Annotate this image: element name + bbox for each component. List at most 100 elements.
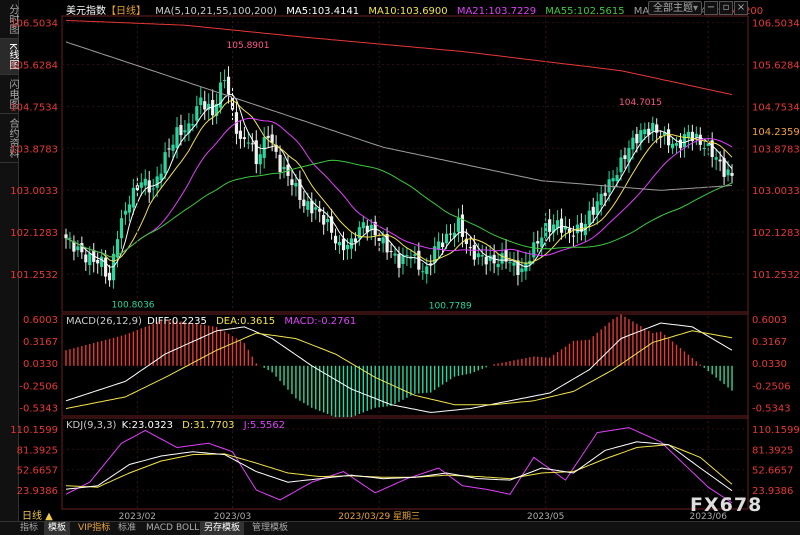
candle-body	[100, 256, 104, 267]
candle-body	[250, 143, 254, 145]
kdj-d-line	[65, 444, 733, 488]
kdj-y-tick-right: 110.1599	[752, 425, 800, 436]
macd-y-tick: -0.5343	[19, 403, 58, 414]
extreme-price-label: 100.8036	[112, 300, 155, 310]
candle-body	[127, 204, 132, 213]
view-mode-select[interactable]: 全部主题	[648, 1, 702, 16]
candle-body	[595, 201, 599, 215]
macd-y-tick: 0.0330	[23, 359, 58, 370]
period-label[interactable]: 日线 ▲	[22, 507, 53, 522]
candle-body	[559, 218, 564, 233]
y-tick-label-right: 102.1283	[752, 228, 800, 239]
tab-indicator[interactable]: 指标	[16, 522, 42, 535]
y-tick-label: 104.7534	[10, 102, 58, 113]
candle-body	[639, 130, 643, 143]
candle-body	[222, 79, 227, 81]
candle-body	[191, 124, 195, 126]
candle-body	[175, 127, 179, 149]
candle-body	[159, 173, 163, 181]
candle-body	[84, 254, 88, 263]
candle-body	[444, 233, 449, 244]
candle-body	[314, 207, 318, 210]
candle-body	[290, 179, 294, 186]
candle-body	[421, 271, 425, 273]
candle-body	[468, 247, 472, 249]
candle-body	[143, 178, 147, 186]
candle-body	[635, 134, 639, 144]
y-tick-label: 103.8783	[10, 144, 58, 155]
ma21-value: MA21:103.7229	[456, 6, 537, 17]
close-icon[interactable]: ×	[734, 1, 748, 15]
tab-vip-indicator[interactable]: VIP指标	[74, 522, 114, 535]
y-tick-label: 102.1283	[10, 228, 58, 239]
candle-body	[104, 257, 108, 277]
candle-body	[599, 193, 603, 206]
minimize-icon[interactable]: −	[704, 1, 718, 15]
candle-body	[702, 147, 706, 149]
candle-body	[266, 135, 270, 138]
tab-standard[interactable]: 标准	[114, 522, 140, 535]
y-tick-label: 101.2532	[10, 270, 58, 281]
candle-body	[68, 237, 72, 239]
candle-body	[179, 124, 183, 136]
candle-body	[88, 253, 92, 266]
candle-body	[294, 183, 298, 187]
extreme-price-label: 105.8901	[227, 41, 270, 51]
candle-body	[183, 130, 187, 133]
candle-body	[167, 148, 171, 150]
candle-body	[163, 152, 167, 174]
chart-canvas[interactable]: 106.5034 106.5034 105.6284 105.6284 104.7534…	[0, 0, 800, 534]
tab-save-template[interactable]: 另存模板	[200, 522, 245, 535]
candle-body	[353, 238, 357, 243]
candle-body	[425, 266, 429, 275]
candle-body	[393, 253, 397, 256]
kdj-y-tick-right: 81.3925	[752, 445, 793, 456]
candle-body	[199, 97, 203, 105]
candle-body	[623, 155, 627, 159]
candle-body	[131, 187, 135, 208]
kdj-d: D:31.7703	[182, 420, 235, 431]
candle-body	[326, 218, 330, 223]
tab-manage-template[interactable]: 管理模板	[248, 522, 292, 535]
candle-body	[381, 237, 385, 244]
candle-body	[472, 245, 476, 260]
candle-body	[651, 122, 655, 132]
candle-body	[258, 154, 262, 165]
candle-body	[520, 268, 524, 273]
candle-body	[337, 242, 342, 246]
candle-body	[678, 139, 683, 149]
candle-body	[730, 173, 734, 176]
candle-body	[718, 159, 722, 162]
macd-diff: DIFF:0.2235	[147, 316, 207, 327]
current-price-label: 104.2359	[752, 127, 800, 138]
candle-body	[460, 214, 465, 237]
ma10-line	[65, 100, 733, 264]
candle-body	[500, 253, 504, 264]
candle-body	[361, 222, 365, 229]
candle-body	[536, 241, 540, 244]
kdj-y-tick: 52.6657	[17, 466, 58, 477]
ma5-value: MA5:103.4141	[286, 6, 360, 17]
candle-body	[615, 175, 619, 182]
ma-params: MA(5,10,21,55,100,200)	[155, 6, 278, 17]
tab-template[interactable]: 模板	[44, 522, 71, 535]
kdj-y-tick: 110.1599	[10, 425, 58, 436]
candle-body	[603, 192, 607, 196]
candle-body	[417, 250, 421, 270]
tab-boll[interactable]: BOLL	[172, 522, 203, 535]
candle-body	[377, 237, 381, 242]
extreme-price-label: 104.7015	[619, 98, 662, 108]
candle-body	[587, 210, 591, 225]
panel-frame	[61, 417, 749, 510]
candle-body	[262, 137, 266, 159]
candle-body	[333, 235, 338, 244]
period-tag: 【日线】	[106, 6, 146, 17]
candle-body	[270, 134, 274, 143]
candle-body	[302, 199, 306, 206]
candle-body	[282, 166, 286, 170]
restore-icon[interactable]: ▫	[719, 1, 733, 15]
candle-body	[544, 223, 548, 238]
candle-body	[242, 137, 246, 140]
y-tick-label-right: 105.6284	[752, 61, 800, 72]
macd-dea: DEA:0.3615	[216, 316, 276, 327]
